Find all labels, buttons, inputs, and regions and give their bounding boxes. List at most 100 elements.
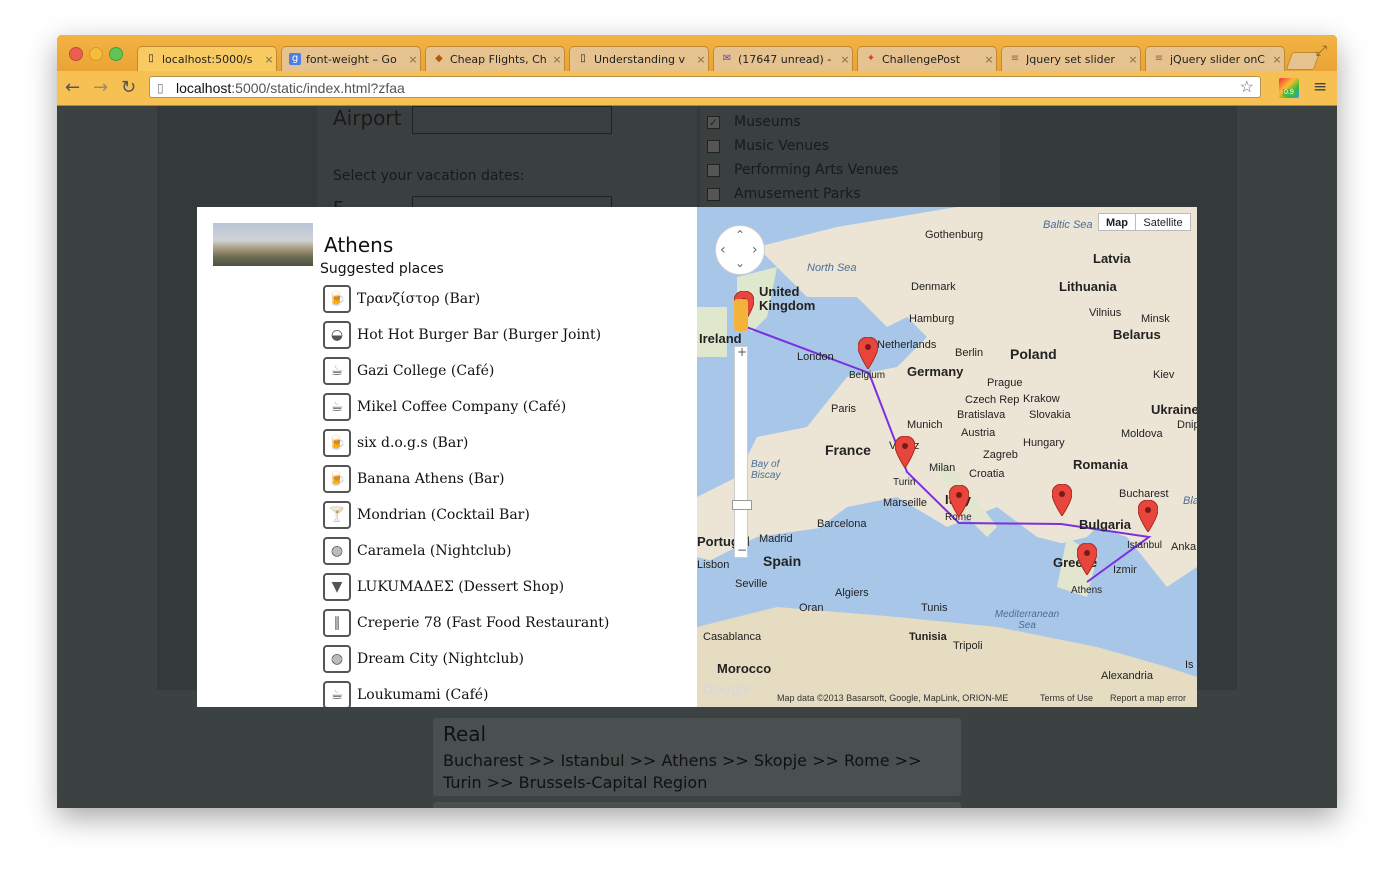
pan-down-icon[interactable]: ⌄ (735, 256, 745, 270)
map-pin-icon (894, 435, 916, 469)
extension-icon[interactable]: 0.9 (1279, 78, 1299, 98)
tab-close-icon[interactable]: × (1270, 53, 1284, 66)
list-item[interactable]: 🍸 Mondrian (Cocktail Bar) (323, 497, 609, 533)
list-item[interactable]: ☕ Loukumami (Café) (323, 677, 609, 707)
map-label: France (825, 442, 871, 458)
list-item[interactable]: ▼ LUKUMAΔΕΣ (Dessert Shop) (323, 569, 609, 605)
fullscreen-icon[interactable]: ⤢ (1316, 43, 1327, 59)
list-item[interactable]: ◍ Dream City (Nightclub) (323, 641, 609, 677)
beer-icon: 🍺 (323, 465, 351, 493)
list-item[interactable]: 🍺 Banana Athens (Bar) (323, 461, 609, 497)
tab-close-icon[interactable]: × (406, 53, 420, 66)
map-label: Izmir (1113, 564, 1137, 576)
map-label: London (797, 351, 834, 363)
back-arrow-icon[interactable]: ← (65, 77, 80, 98)
list-item[interactable]: 🍺 six d.o.g.s (Bar) (323, 425, 609, 461)
map-label: Anka (1171, 541, 1197, 553)
address-bar[interactable]: ▯ localhost:5000/static/index.html?zfaa … (149, 76, 1261, 98)
map-marker-istanbul[interactable] (1137, 499, 1159, 533)
pan-control[interactable]: ⌃ ‹ › ⌄ (715, 225, 765, 275)
terms-of-use-link[interactable]: Terms of Use (1040, 693, 1093, 703)
map-label: United Kingdom (759, 284, 816, 313)
tab-title: localhost:5000/s (162, 52, 253, 66)
map-type-satellite-button[interactable]: Satellite (1135, 213, 1191, 231)
checkbox-checked[interactable]: ✓ (707, 115, 720, 129)
beer-icon: 🍺 (323, 285, 351, 313)
category-music-venues[interactable]: Music Venues (707, 136, 829, 156)
zoom-slider-handle[interactable] (732, 500, 752, 510)
tab-close-icon[interactable]: × (694, 53, 708, 66)
tab-font-weight[interactable]: g font-weight – Go × (281, 46, 421, 71)
tab-mail[interactable]: ✉ (17647 unread) - × (713, 46, 853, 71)
tab-close-icon[interactable]: × (982, 53, 996, 66)
pan-right-icon[interactable]: › (752, 242, 758, 258)
tab-close-icon[interactable]: × (550, 53, 564, 66)
places-pane: Athens Suggested places 🍺 Τρανζίστορ (Bar… (197, 207, 697, 707)
map-marker-athens[interactable] (1076, 542, 1098, 576)
route-path: Bucharest >> Istanbul >> Athens >> Skopj… (443, 751, 922, 792)
tab-close-icon[interactable]: × (838, 53, 852, 66)
map-view[interactable]: Baltic Sea Gothenburg Latvia North Sea D… (697, 207, 1197, 707)
checkbox[interactable] (707, 139, 720, 153)
maximize-window-button[interactable] (109, 47, 123, 61)
tab-jquery-slider[interactable]: ≡ jQuery slider onC × (1145, 46, 1285, 71)
checkbox[interactable] (707, 163, 720, 177)
map-label: Munich (907, 419, 943, 431)
minimize-window-button[interactable] (89, 47, 103, 61)
list-item[interactable]: 🍺 Τρανζίστορ (Bar) (323, 281, 609, 317)
category-label: Performing Arts Venues (734, 162, 899, 178)
map-label: Netherlands (877, 339, 937, 351)
map-label: Milan (929, 462, 956, 474)
tab-understanding[interactable]: ▯ Understanding v × (569, 46, 709, 71)
close-window-button[interactable] (69, 47, 83, 61)
map-label: Poland (1010, 346, 1057, 362)
zoom-slider[interactable]: + − (732, 345, 752, 558)
fries-icon: ∥ (323, 609, 351, 637)
category-museums[interactable]: ✓ Museums (707, 112, 801, 132)
route-title: Real (443, 722, 487, 746)
menu-icon[interactable]: ≡ (1313, 77, 1327, 97)
browser-toolbar: ← → ↻ ▯ localhost:5000/static/index.html… (57, 71, 1337, 106)
map-pin-icon (1051, 483, 1073, 517)
map-label: Slovakia (1029, 409, 1071, 421)
map-marker-skopje[interactable] (1051, 483, 1073, 517)
tab-title: Jquery set slider (1026, 52, 1115, 66)
tab-close-icon[interactable]: × (1126, 53, 1140, 66)
tab-jquery-set-slider[interactable]: ≡ Jquery set slider × (1001, 46, 1141, 71)
forward-arrow-icon[interactable]: → (93, 77, 108, 98)
zoom-out-button[interactable]: − (737, 543, 747, 557)
map-marker-brussels[interactable] (857, 336, 879, 370)
map-marker-rome[interactable] (948, 484, 970, 518)
map-label: Madrid (759, 533, 793, 545)
map-type-map-button[interactable]: Map (1098, 213, 1136, 231)
map-label: Ukraine (1151, 402, 1197, 417)
airport-input[interactable] (412, 106, 612, 134)
category-amusement-parks[interactable]: Amusement Parks (707, 184, 861, 204)
map-label: Lithuania (1059, 279, 1117, 294)
map-marker-turin[interactable] (894, 435, 916, 469)
bookmark-star-icon[interactable]: ☆ (1240, 77, 1254, 99)
reload-icon[interactable]: ↻ (121, 77, 136, 98)
checkbox[interactable] (707, 187, 720, 201)
tab-close-icon[interactable]: × (262, 53, 276, 66)
category-performing-arts[interactable]: Performing Arts Venues (707, 160, 898, 180)
zoom-in-button[interactable]: + (737, 345, 747, 359)
report-map-error-link[interactable]: Report a map error (1110, 693, 1186, 703)
pan-left-icon[interactable]: ‹ (720, 242, 726, 258)
list-item[interactable]: ☕ Gazi College (Café) (323, 353, 609, 389)
tab-title: (17647 unread) - (738, 52, 832, 66)
pan-up-icon[interactable]: ⌃ (735, 228, 745, 242)
tab-challengepost[interactable]: ✦ ChallengePost × (857, 46, 997, 71)
tab-cheap-flights[interactable]: ◆ Cheap Flights, Ch × (425, 46, 565, 71)
map-label: Hamburg (909, 313, 955, 325)
list-item[interactable]: ☕ Mikel Coffee Company (Café) (323, 389, 609, 425)
street-view-pegman-icon[interactable] (734, 299, 748, 331)
list-item[interactable]: ◍ Caramela (Nightclub) (323, 533, 609, 569)
tab-title: Understanding v (594, 52, 686, 66)
list-item[interactable]: ◒ Hot Hot Burger Bar (Burger Joint) (323, 317, 609, 353)
map-label: Dnip (1177, 419, 1197, 431)
map-label: Bratislava (957, 409, 1006, 421)
tab-localhost[interactable]: ▯ localhost:5000/s × (137, 46, 277, 71)
url-host: localhost (176, 80, 232, 96)
list-item[interactable]: ∥ Creperie 78 (Fast Food Restaurant) (323, 605, 609, 641)
